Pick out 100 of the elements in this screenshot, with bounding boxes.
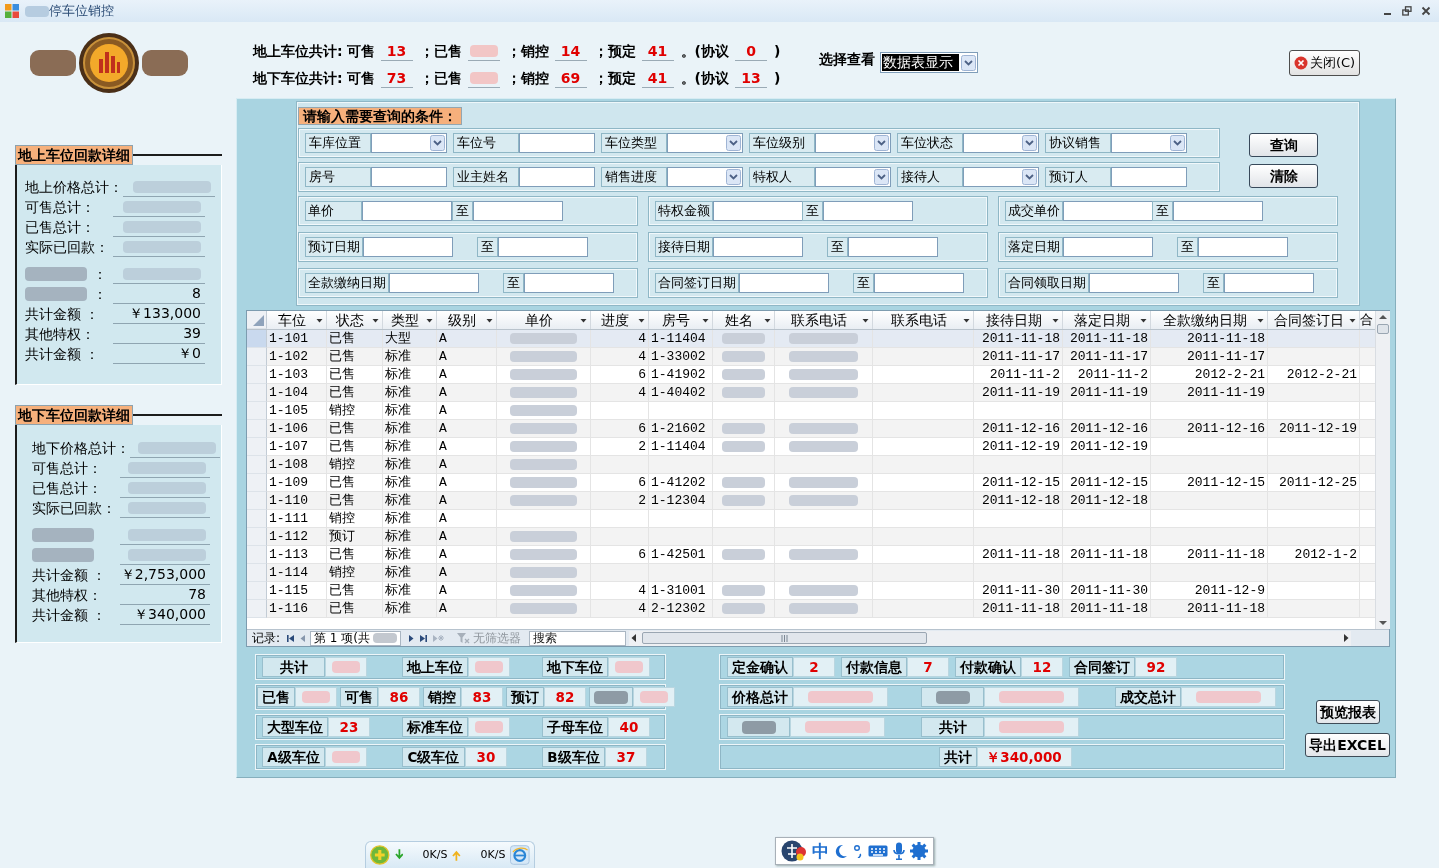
input-field[interactable] — [519, 133, 595, 153]
input-field[interactable] — [1089, 273, 1179, 293]
table-row[interactable]: 1-110 已售 标准 A 2 1-12304 2011-12-18 2011-12-18 — [247, 492, 1375, 510]
report-button[interactable]: 预览报表 — [1315, 700, 1380, 724]
dropdown-field[interactable] — [815, 133, 891, 153]
column-header[interactable]: 联系电话 — [873, 311, 974, 329]
input-field[interactable] — [362, 201, 452, 221]
search-field[interactable]: 搜索 — [529, 630, 627, 646]
row-selector[interactable] — [247, 528, 267, 546]
table-row[interactable]: 1-112 预订 标准 A — [247, 528, 1375, 546]
table-row[interactable]: 1-116 已售 标准 A 4 2-12302 2011-11-18 2011-11-18 2011-11-18 — [247, 600, 1375, 618]
moon-icon[interactable] — [834, 843, 848, 859]
input-field[interactable] — [371, 167, 447, 187]
table-row[interactable]: 1-104 已售 标准 A 4 1-40402 2011-11-19 2011-11-19 2011-11-19 — [247, 384, 1375, 402]
column-header[interactable]: 全款缴纳日期 — [1151, 311, 1268, 329]
row-selector[interactable] — [247, 402, 267, 420]
input-field[interactable] — [1111, 167, 1187, 187]
input-field[interactable] — [1198, 237, 1288, 257]
settings-icon[interactable] — [910, 842, 928, 860]
record-field[interactable]: 第 1 项(共 — [310, 630, 402, 646]
column-header[interactable]: 合同签订日 — [1268, 311, 1360, 329]
scroll-thumb[interactable] — [642, 632, 928, 644]
input-field[interactable] — [739, 273, 829, 293]
input-field[interactable] — [363, 237, 453, 257]
column-header[interactable]: 姓名 — [713, 311, 775, 329]
chevron-down-icon[interactable] — [874, 169, 889, 185]
vertical-scrollbar[interactable] — [1375, 311, 1390, 629]
view-dropdown[interactable]: 数据表显示 — [880, 52, 978, 73]
browser-icon[interactable] — [510, 845, 530, 865]
chevron-down-icon[interactable] — [1170, 135, 1185, 151]
punctuation-icon[interactable] — [853, 844, 863, 858]
chevron-down-icon[interactable] — [726, 135, 741, 151]
dropdown-field[interactable] — [963, 167, 1039, 187]
dropdown-field[interactable] — [1111, 133, 1187, 153]
input-field[interactable] — [713, 237, 803, 257]
scroll-thumb[interactable] — [1377, 324, 1389, 334]
select-all-corner[interactable] — [247, 311, 267, 329]
keyboard-icon[interactable] — [868, 844, 888, 858]
plus-badge-icon[interactable] — [370, 845, 390, 865]
report-button[interactable]: 导出EXCEL — [1305, 733, 1390, 757]
row-selector[interactable] — [247, 474, 267, 492]
chevron-down-icon[interactable] — [430, 135, 445, 151]
row-selector[interactable] — [247, 438, 267, 456]
table-row[interactable]: 1-102 已售 标准 A 4 1-33002 2011-11-17 2011-11-17 2011-11-17 — [247, 348, 1375, 366]
column-header[interactable]: 级别 — [437, 311, 497, 329]
column-header[interactable]: 单价 — [497, 311, 591, 329]
row-selector[interactable] — [247, 546, 267, 564]
row-selector[interactable] — [247, 348, 267, 366]
dropdown-field[interactable] — [667, 167, 743, 187]
last-record-icon[interactable] — [419, 633, 429, 643]
column-header[interactable]: 接待日期 — [974, 311, 1063, 329]
row-selector[interactable] — [247, 456, 267, 474]
input-field[interactable] — [498, 237, 588, 257]
chevron-down-icon[interactable] — [726, 169, 741, 185]
column-header[interactable]: 类型 — [383, 311, 437, 329]
form-button[interactable]: 清除 — [1249, 164, 1318, 188]
input-field[interactable] — [519, 167, 595, 187]
dropdown-field[interactable] — [371, 133, 447, 153]
input-field[interactable] — [848, 237, 938, 257]
form-button[interactable]: 查询 — [1249, 133, 1318, 157]
column-header[interactable]: 车位 — [267, 311, 327, 329]
table-row[interactable]: 1-114 销控 标准 A — [247, 564, 1375, 582]
close-icon[interactable] — [1421, 6, 1431, 16]
restore-icon[interactable] — [1402, 6, 1412, 16]
chevron-down-icon[interactable] — [1022, 169, 1037, 185]
column-header[interactable]: 合 — [1360, 311, 1375, 329]
row-selector[interactable] — [247, 492, 267, 510]
microphone-icon[interactable] — [893, 842, 905, 860]
column-header[interactable]: 联系电话 — [775, 311, 873, 329]
dropdown-field[interactable] — [963, 133, 1039, 153]
column-header[interactable]: 房号 — [649, 311, 713, 329]
row-selector[interactable] — [247, 564, 267, 582]
chevron-down-icon[interactable] — [874, 135, 889, 151]
row-selector[interactable] — [247, 600, 267, 618]
input-mode-label[interactable]: 中 — [812, 841, 829, 861]
horizontal-scrollbar[interactable] — [629, 630, 1352, 646]
row-selector[interactable] — [247, 366, 267, 384]
input-field[interactable] — [713, 201, 803, 221]
row-selector[interactable] — [247, 510, 267, 528]
table-row[interactable]: 1-108 销控 标准 A — [247, 456, 1375, 474]
input-field[interactable] — [1063, 237, 1153, 257]
chevron-down-icon[interactable] — [961, 54, 976, 71]
row-selector[interactable] — [247, 420, 267, 438]
input-field[interactable] — [1224, 273, 1314, 293]
ime-logo-icon[interactable] — [781, 839, 807, 863]
next-record-icon[interactable] — [407, 633, 416, 643]
dropdown-field[interactable] — [667, 133, 743, 153]
chevron-down-icon[interactable] — [1022, 135, 1037, 151]
row-selector[interactable] — [247, 582, 267, 600]
first-record-icon[interactable] — [286, 633, 296, 643]
column-header[interactable]: 落定日期 — [1063, 311, 1151, 329]
input-field[interactable] — [1063, 201, 1153, 221]
table-row[interactable]: 1-106 已售 标准 A 6 1-21602 2011-12-16 2011-12-16 2011-12-16 2011-12-19 — [247, 420, 1375, 438]
input-field[interactable] — [524, 273, 614, 293]
input-field[interactable] — [874, 273, 964, 293]
row-selector[interactable] — [247, 384, 267, 402]
close-button[interactable]: 关闭(C) — [1289, 50, 1360, 76]
table-row[interactable]: 1-101 已售 大型 A 4 1-11404 2011-11-18 2011-11-18 2011-11-18 — [247, 330, 1375, 348]
column-header[interactable]: 进度 — [591, 311, 649, 329]
input-field[interactable] — [1173, 201, 1263, 221]
